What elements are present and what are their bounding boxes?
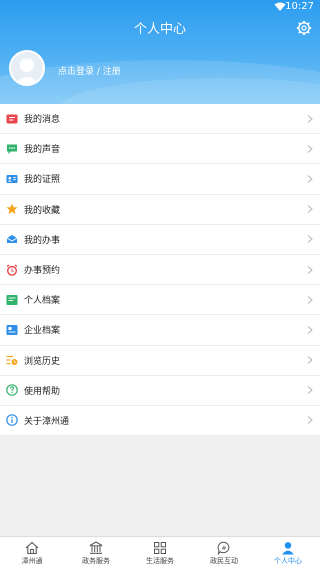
menu-label: 使用帮助 (24, 386, 61, 397)
tab-label: 漳州通 (21, 557, 43, 565)
menu-label: 我的声音 (24, 145, 61, 156)
status-time: 10:27 (285, 1, 314, 12)
login-register-link[interactable]: 点击登录 / 注册 (58, 64, 121, 77)
svg-text:#: # (221, 545, 226, 552)
interaction-icon: # (217, 541, 230, 555)
menu-item-affairs[interactable]: 我的办事 (0, 225, 320, 255)
alarm-clock-icon (6, 264, 18, 276)
personal-file-icon (6, 294, 18, 305)
chevron-right-icon (307, 205, 313, 214)
menu-label: 我的收藏 (24, 205, 61, 216)
profile-header: 10:27 个人中心 点击登录 / 注册 (0, 0, 320, 104)
menu-item-personal-file[interactable]: 个人档案 (0, 285, 320, 316)
chevron-right-icon (307, 175, 313, 183)
menu-label: 关于漳州通 (24, 416, 70, 427)
menu-label: 企业档案 (24, 326, 61, 337)
menu-label: 我的证照 (24, 175, 61, 186)
tab-label: 政民互动 (210, 557, 238, 565)
id-card-icon (6, 174, 18, 183)
menu-item-enterprise-file[interactable]: 企业档案 (0, 315, 320, 346)
chevron-right-icon (307, 235, 313, 244)
menu-item-appointment[interactable]: 办事预约 (0, 255, 320, 286)
help-icon (6, 384, 18, 397)
enterprise-file-icon (6, 324, 18, 335)
bottom-tab-bar: 漳州通 政务服务 生活服务 # 政民互动 个人中心 (0, 536, 320, 568)
person-icon (282, 542, 294, 555)
chevron-right-icon (307, 265, 313, 274)
tab-personal-center[interactable]: 个人中心 (256, 537, 320, 568)
menu-label: 我的办事 (24, 235, 61, 246)
default-avatar-icon (11, 52, 43, 84)
avatar[interactable] (9, 50, 45, 86)
menu-label: 我的消息 (24, 115, 61, 126)
tab-home[interactable]: 漳州通 (0, 537, 64, 568)
history-icon (6, 355, 18, 366)
government-icon (89, 541, 103, 554)
chevron-right-icon (307, 356, 313, 364)
menu-list: 我的消息 我的声音 我的证照 我的收藏 我的办事 办事预约 个人档案 企业档案 … (0, 104, 320, 437)
menu-item-licenses[interactable]: 我的证照 (0, 164, 320, 195)
menu-item-messages[interactable]: 我的消息 (0, 104, 320, 135)
menu-item-history[interactable]: 浏览历史 (0, 346, 320, 376)
tab-government-services[interactable]: 政务服务 (64, 537, 128, 568)
gear-icon[interactable] (296, 20, 312, 36)
chevron-right-icon (307, 416, 313, 425)
tab-interaction[interactable]: # 政民互动 (192, 537, 256, 568)
home-icon (25, 541, 39, 555)
menu-item-about[interactable]: 关于漳州通 (0, 406, 320, 437)
chevron-right-icon (307, 114, 313, 123)
chevron-right-icon (307, 295, 313, 304)
menu-label: 个人档案 (24, 296, 61, 307)
chevron-right-icon (307, 386, 313, 395)
grid-icon (154, 542, 166, 554)
tab-label: 个人中心 (274, 557, 302, 565)
speech-bubble-icon (7, 144, 17, 154)
chevron-right-icon (307, 144, 313, 153)
star-icon (6, 203, 18, 215)
chevron-right-icon (307, 326, 313, 334)
message-icon (6, 114, 18, 124)
tab-label: 政务服务 (82, 557, 110, 565)
tab-life-services[interactable]: 生活服务 (128, 537, 192, 568)
envelope-icon (6, 235, 18, 244)
tab-label: 生活服务 (146, 557, 174, 565)
menu-item-voice[interactable]: 我的声音 (0, 134, 320, 165)
screen: 10:27 个人中心 点击登录 / 注册 我的消息 我的声音 我的证照 我的收藏… (0, 0, 320, 568)
menu-item-help[interactable]: 使用帮助 (0, 376, 320, 406)
status-bar: 10:27 (0, 0, 320, 14)
info-icon (6, 414, 18, 427)
menu-label: 浏览历史 (24, 356, 61, 367)
menu-item-favorites[interactable]: 我的收藏 (0, 195, 320, 225)
menu-label: 办事预约 (24, 266, 61, 277)
page-title: 个人中心 (133, 22, 186, 37)
